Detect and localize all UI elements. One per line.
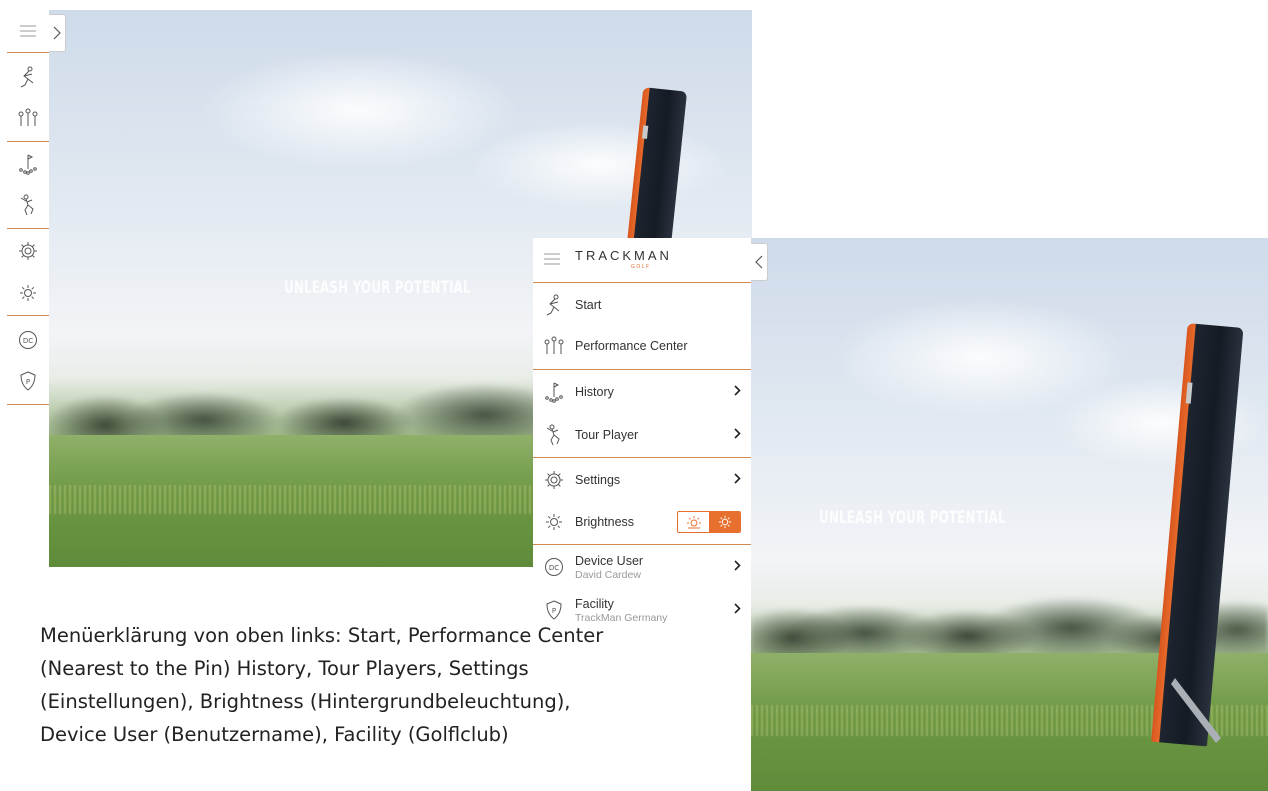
gear-icon[interactable] xyxy=(7,236,49,266)
device-user-name: David Cardew xyxy=(575,568,641,581)
gear-icon xyxy=(533,470,575,490)
caption-line: (Nearest to the Pin) History, Tour Playe… xyxy=(40,657,529,680)
brightness-dim-button[interactable] xyxy=(678,512,709,532)
menu-item-label: Settings xyxy=(575,473,621,487)
menu-icon[interactable] xyxy=(7,16,49,46)
shots-dispersion-icon[interactable] xyxy=(7,149,49,179)
menu-item-history[interactable]: History xyxy=(533,370,751,414)
menu-item-label: Start xyxy=(575,298,602,312)
expand-sidebar-button[interactable] xyxy=(49,14,66,52)
menu-icon[interactable] xyxy=(543,252,561,270)
chevron-right-icon xyxy=(734,601,741,619)
collapse-menu-button[interactable] xyxy=(751,243,768,281)
device-user-icon[interactable]: DC xyxy=(7,325,49,355)
device-user-label: Device User xyxy=(575,553,644,568)
menu-item-label: Device User David Cardew xyxy=(575,554,643,581)
svg-text:P: P xyxy=(552,607,556,615)
menu-item-label: Brightness xyxy=(575,515,635,529)
menu-item-start[interactable]: Start xyxy=(533,283,751,327)
pins-icon[interactable] xyxy=(7,103,49,133)
menu-item-label: Tour Player xyxy=(575,428,639,442)
chevron-right-icon xyxy=(734,471,741,489)
shots-dispersion-icon xyxy=(533,381,575,403)
chevron-right-icon xyxy=(734,426,741,444)
facility-icon[interactable]: P xyxy=(7,366,49,396)
right-background-image: UNLEASH YOUR POTENTIAL xyxy=(751,238,1268,791)
menu-item-device-user[interactable]: DC Device User David Cardew xyxy=(533,545,751,589)
caption-line: Menüerklärung von oben links: Start, Per… xyxy=(40,624,604,647)
golfer-swing-icon xyxy=(533,294,575,316)
brightness-toggle xyxy=(677,511,741,533)
collapsed-sidebar: DC P xyxy=(7,10,49,405)
device-user-icon: DC xyxy=(533,557,575,577)
sun-icon[interactable] xyxy=(7,278,49,308)
caption-line: Device User (Benutzername), Facility (Go… xyxy=(40,723,509,746)
chevron-right-icon xyxy=(734,383,741,401)
menu-item-tour-player[interactable]: Tour Player xyxy=(533,413,751,457)
facility-label: Facility xyxy=(575,596,614,611)
chevron-right-icon xyxy=(734,558,741,576)
tour-player-icon[interactable] xyxy=(7,190,49,220)
menu-item-performance-center[interactable]: Performance Center xyxy=(533,324,751,368)
svg-text:DC: DC xyxy=(549,564,559,572)
golfer-swing-icon[interactable] xyxy=(7,62,49,92)
svg-text:P: P xyxy=(26,378,30,386)
menu-header: TRACKMAN GOLF xyxy=(533,238,751,282)
tour-player-icon xyxy=(533,424,575,446)
menu-item-brightness: Brightness xyxy=(533,500,751,544)
expanded-menu: TRACKMAN GOLF Start Performance Center H… xyxy=(533,238,751,628)
caption: Menüerklärung von oben links: Start, Per… xyxy=(40,619,740,751)
pins-icon xyxy=(533,336,575,356)
svg-text:DC: DC xyxy=(23,337,33,345)
tagline: UNLEASH YOUR POTENTIAL xyxy=(284,278,471,298)
menu-item-label: Performance Center xyxy=(575,339,688,353)
menu-item-label: History xyxy=(575,385,614,399)
trackman-logo: TRACKMAN xyxy=(575,248,672,263)
menu-item-settings[interactable]: Settings xyxy=(533,458,751,502)
caption-line: (Einstellungen), Brightness (Hintergrund… xyxy=(40,690,571,713)
trackman-logo-sub: GOLF xyxy=(631,264,651,270)
facility-icon: P xyxy=(533,600,575,620)
brightness-bright-button[interactable] xyxy=(709,512,740,532)
device-stand xyxy=(1171,678,1221,743)
sun-icon xyxy=(533,513,575,531)
